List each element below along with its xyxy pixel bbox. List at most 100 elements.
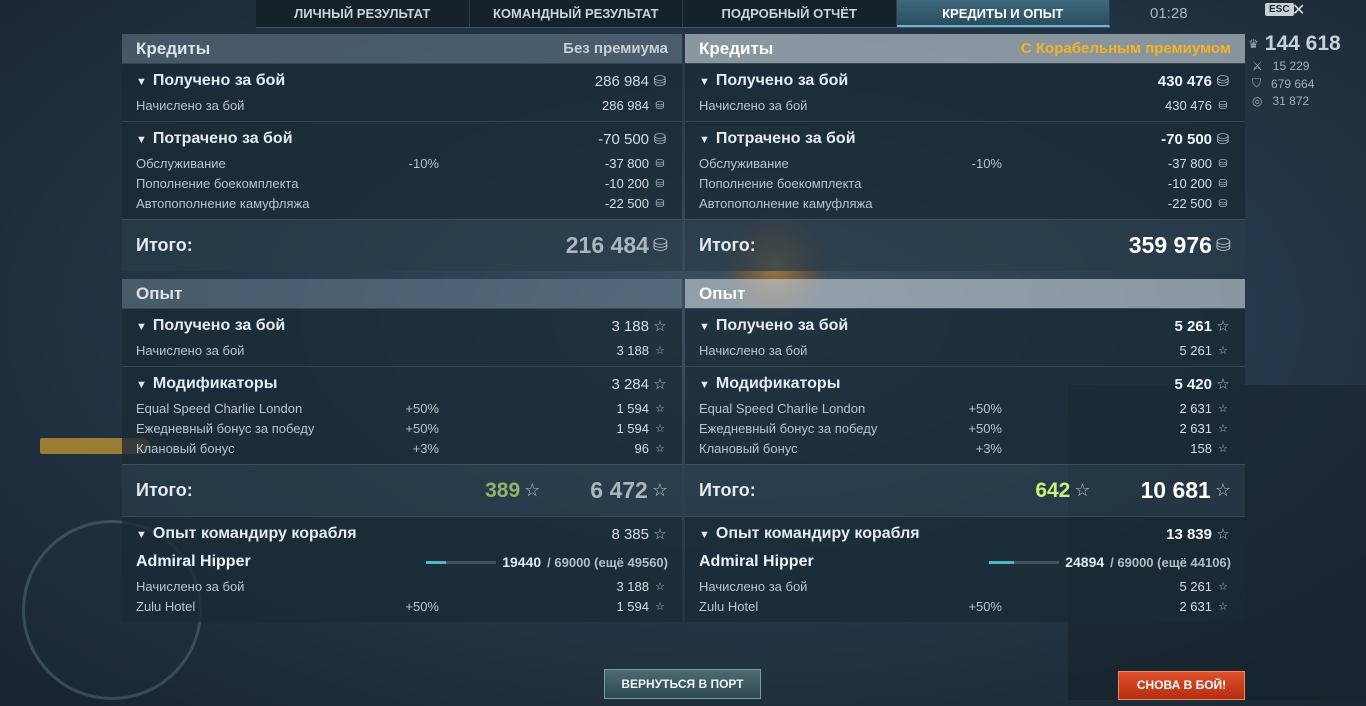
row-value: 1 594 bbox=[616, 598, 649, 614]
star-icon: ☆ bbox=[1218, 402, 1228, 415]
credits-spent-row[interactable]: ▼ Потрачено за бой -70 500 ⛁ bbox=[136, 125, 668, 153]
credits-spent-row[interactable]: ▼ Потрачено за бой -70 500 ⛁ bbox=[699, 125, 1231, 153]
row-label: Начислено за бой bbox=[699, 342, 808, 358]
row-label: Equal Speed Charlie London bbox=[699, 400, 866, 416]
silver-coin-icon: ⛁ bbox=[1218, 157, 1228, 170]
total-label: Итого: bbox=[136, 235, 193, 255]
return-to-port-button[interactable]: ВЕРНУТЬСЯ В ПОРТ bbox=[604, 669, 761, 699]
xp-accrued-row: Начислено за бой 5 261 ☆ bbox=[699, 340, 1231, 360]
credits-received-row[interactable]: ▼ Получено за бой 430 476 ⛁ bbox=[699, 67, 1231, 95]
row-value: 2 631 bbox=[1179, 598, 1212, 614]
free-xp-value: 642 bbox=[1035, 478, 1071, 502]
row-value: 2 631 bbox=[1179, 420, 1212, 436]
credits-accrued-row: Начислено за бой 430 476 ⛁ bbox=[699, 95, 1231, 115]
crown-icon: ♛ bbox=[1248, 37, 1259, 51]
battle-again-button[interactable]: СНОВА В БОЙ! bbox=[1118, 671, 1245, 700]
row-label: Автопополнение камуфляжа bbox=[699, 195, 873, 211]
esc-key-hint[interactable]: ESC bbox=[1265, 3, 1294, 16]
row-value: -10 200 bbox=[1167, 175, 1212, 191]
row-value: -37 800 bbox=[1167, 155, 1212, 171]
credits-spent-block: ▼ Потрачено за бой -70 500 ⛁ Обслуживание -1… bbox=[685, 121, 1245, 219]
star-icon: ☆ bbox=[524, 480, 541, 500]
row-label: Получено за бой bbox=[715, 72, 849, 89]
row-value: 96 bbox=[634, 440, 649, 456]
camo-row: Автопополнение камуфляжа -22 500 ⛁ bbox=[136, 193, 668, 213]
triangle-down-icon: ▼ bbox=[699, 321, 710, 333]
row-label: Zulu Hotel bbox=[136, 598, 196, 614]
row-percent: +50% bbox=[968, 400, 1002, 416]
results-tabs: ЛИЧНЫЙ РЕЗУЛЬТАТ КОМАНДНЫЙ РЕЗУЛЬТАТ ПОД… bbox=[256, 0, 1110, 28]
xp-mods-row[interactable]: ▼ Модификаторы 5 420 ☆ bbox=[699, 370, 1231, 398]
captain-progress: 24894 / 69000 (ещё 44106) bbox=[989, 554, 1231, 570]
mod-row: Equal Speed Charlie London +50% 2 631 ☆ bbox=[699, 398, 1231, 418]
xp-mods-row[interactable]: ▼ Модификаторы 3 284 ☆ bbox=[136, 370, 668, 398]
star-icon: ☆ bbox=[655, 442, 665, 455]
row-label: Потрачено за бой bbox=[152, 130, 293, 147]
xp-received-block: ▼ Получено за бой 5 261 ☆ Начислено за бой 5… bbox=[685, 308, 1245, 366]
row-value: 5 261 bbox=[1179, 578, 1212, 594]
row-label: Обслуживание bbox=[699, 155, 789, 171]
xp-received-row[interactable]: ▼ Получено за бой 5 261 ☆ bbox=[699, 312, 1231, 340]
row-label: Пополнение боекомплекта bbox=[136, 175, 299, 191]
tab-credits-xp[interactable]: КРЕДИТЫ И ОПЫТ bbox=[896, 0, 1110, 27]
silver-coin-icon: ⛁ bbox=[1215, 235, 1231, 255]
row-value: 430 476 bbox=[1157, 72, 1212, 90]
captain-accrued-row: Начислено за бой 5 261 ☆ bbox=[699, 576, 1231, 596]
triangle-down-icon: ▼ bbox=[699, 379, 710, 391]
zulu-row: Zulu Hotel +50% 2 631 ☆ bbox=[699, 596, 1231, 616]
battle-timer: 01:28 bbox=[1150, 5, 1188, 22]
row-value: 8 385 bbox=[611, 525, 649, 543]
progress-fill bbox=[426, 560, 446, 564]
credits-received-block: ▼ Получено за бой 430 476 ⛁ Начислено за бо… bbox=[685, 63, 1245, 121]
row-value: 5 261 bbox=[1174, 317, 1212, 335]
close-icon[interactable]: ✕ bbox=[1292, 0, 1305, 20]
triangle-down-icon: ▼ bbox=[136, 134, 147, 146]
captain-xp-block: ▼ Опыт командиру корабля 13 839 ☆ Admiral H… bbox=[685, 516, 1245, 622]
mod-row: Клановый бонус +3% 96 ☆ bbox=[136, 438, 668, 458]
row-percent: +50% bbox=[968, 420, 1002, 436]
tab-team-result[interactable]: КОМАНДНЫЙ РЕЗУЛЬТАТ bbox=[470, 0, 683, 27]
row-label: Автопополнение камуфляжа bbox=[136, 195, 310, 211]
zulu-row: Zulu Hotel +50% 1 594 ☆ bbox=[136, 596, 668, 616]
resource-main: 144 618 bbox=[1264, 32, 1341, 55]
captain-xp-row[interactable]: ▼ Опыт командиру корабля 8 385 ☆ bbox=[136, 520, 668, 548]
star-icon: ☆ bbox=[653, 526, 667, 543]
credits-spent-block: ▼ Потрачено за бой -70 500 ⛁ Обслуживание -1… bbox=[122, 121, 682, 219]
row-value: 3 188 bbox=[611, 317, 649, 335]
row-value: -10 200 bbox=[604, 175, 649, 191]
player-resources: ♛ 144 618 ⚔ 15 229 ⛉ 679 664 ◎ 31 872 bbox=[1248, 32, 1366, 108]
row-value: 158 bbox=[1190, 440, 1212, 456]
row-value: 1 594 bbox=[616, 420, 649, 436]
tab-detailed-report[interactable]: ПОДРОБНЫЙ ОТЧЁТ bbox=[683, 0, 897, 27]
credits-title: Кредиты bbox=[699, 38, 774, 58]
row-value: 5 261 bbox=[1179, 342, 1212, 358]
star-icon: ☆ bbox=[653, 376, 667, 393]
credits-received-row[interactable]: ▼ Получено за бой 286 984 ⛁ bbox=[136, 67, 668, 95]
row-label: Потрачено за бой bbox=[715, 130, 856, 147]
row-percent: +3% bbox=[975, 440, 1002, 456]
progress-rest: / 69000 (ещё 49560) bbox=[547, 554, 668, 570]
row-value: -70 500 bbox=[1161, 130, 1212, 148]
resource-c: 31 872 bbox=[1272, 94, 1310, 108]
captain-accrued-row: Начислено за бой 3 188 ☆ bbox=[136, 576, 668, 596]
captain-name: Admiral Hipper bbox=[136, 553, 251, 570]
star-icon: ☆ bbox=[1218, 600, 1228, 613]
silver-coin-icon: ⛁ bbox=[652, 235, 668, 255]
tab-personal-result[interactable]: ЛИЧНЫЙ РЕЗУЛЬТАТ bbox=[256, 0, 470, 27]
triangle-down-icon: ▼ bbox=[136, 379, 147, 391]
resource-b: 679 664 bbox=[1271, 76, 1315, 91]
xp-total-value: 10 681 bbox=[1140, 477, 1211, 503]
star-icon: ☆ bbox=[1218, 422, 1228, 435]
xp-header: Опыт bbox=[122, 279, 682, 308]
silver-coin-icon: ⛁ bbox=[655, 157, 665, 170]
xp-received-row[interactable]: ▼ Получено за бой 3 188 ☆ bbox=[136, 312, 668, 340]
row-label: Equal Speed Charlie London bbox=[136, 400, 303, 416]
silver-coin-icon: ⛁ bbox=[653, 73, 667, 90]
shield-icon: ⛉ bbox=[1252, 76, 1262, 90]
star-icon: ☆ bbox=[655, 422, 665, 435]
camo-row: Автопополнение камуфляжа -22 500 ⛁ bbox=[699, 193, 1231, 213]
row-label: Обслуживание bbox=[136, 155, 226, 171]
captain-xp-row[interactable]: ▼ Опыт командиру корабля 13 839 ☆ bbox=[699, 520, 1231, 548]
star-icon: ☆ bbox=[1218, 580, 1228, 593]
star-icon: ☆ bbox=[655, 580, 665, 593]
